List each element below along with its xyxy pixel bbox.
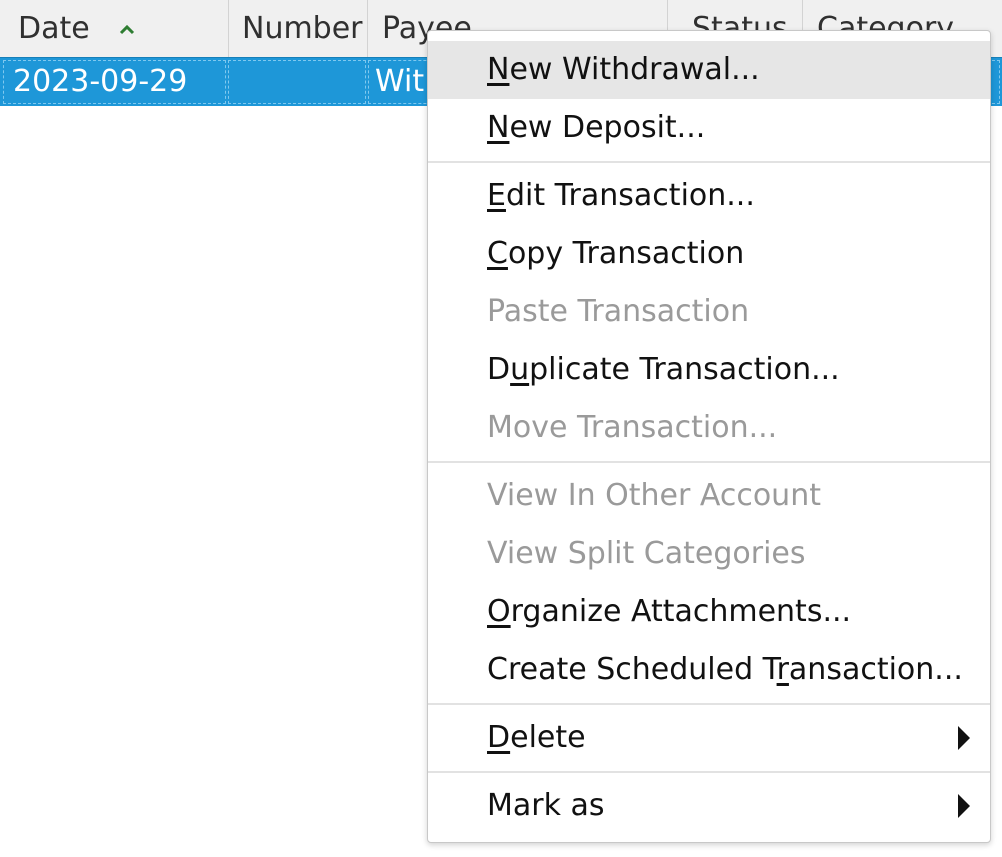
menu-item-copy-transaction[interactable]: Copy Transaction <box>428 225 990 283</box>
context-menu: New Withdrawal... New Deposit... Edit Tr… <box>427 30 991 843</box>
menu-label-part: Create Scheduled T <box>487 652 777 687</box>
menu-item-move-transaction: Move Transaction... <box>487 410 778 445</box>
menu-item-new-withdrawal[interactable]: New Withdrawal... <box>428 41 990 99</box>
mnemonic-key: u <box>510 352 530 387</box>
menu-item-duplicate-transaction[interactable]: Duplicate Transaction... <box>428 341 990 399</box>
menu-label-part: dit Transaction... <box>505 178 755 213</box>
menu-item-paste-transaction: Paste Transaction <box>487 294 750 329</box>
menu-item-delete[interactable]: Delete <box>428 709 990 767</box>
column-header-number-label: Number <box>242 11 363 46</box>
column-header-date[interactable]: Date <box>0 0 229 57</box>
cell-number[interactable] <box>228 60 366 104</box>
menu-separator <box>428 771 990 773</box>
menu-item-view-in-other-account: View In Other Account <box>487 478 821 513</box>
chevron-up-icon <box>119 0 135 54</box>
menu-label-part: plicate Transaction... <box>529 352 840 387</box>
menu-item-view-split-categories: View Split Categories <box>487 536 806 571</box>
menu-label-part: opy Transaction <box>507 236 745 271</box>
mnemonic-key: C <box>487 236 508 271</box>
menu-item-edit-transaction[interactable]: Edit Transaction... <box>428 167 990 225</box>
menu-label-part: Mark as <box>487 788 605 823</box>
column-header-date-label: Date <box>18 11 90 46</box>
menu-label-part: ew Deposit... <box>509 110 706 145</box>
mnemonic-key: N <box>487 52 510 87</box>
menu-label-part: ansaction... <box>788 652 963 687</box>
register-window: Date Number Payee Status Category 2023-0… <box>0 0 1002 857</box>
menu-item-organize-attachments[interactable]: Organize Attachments... <box>428 583 990 641</box>
cell-date[interactable]: 2023-09-29 <box>3 60 226 104</box>
column-header-number[interactable]: Number <box>229 0 368 57</box>
menu-item-mark-as[interactable]: Mark as <box>428 777 990 835</box>
mnemonic-key: N <box>487 110 510 145</box>
menu-item-new-deposit[interactable]: New Deposit... <box>428 99 990 157</box>
submenu-arrow-icon <box>958 794 970 818</box>
menu-label-part: rganize Attachments... <box>510 594 852 629</box>
menu-separator <box>428 703 990 705</box>
mnemonic-key: E <box>487 178 506 213</box>
menu-label-part: ew Withdrawal... <box>509 52 760 87</box>
mnemonic-key: D <box>487 720 511 755</box>
menu-item-create-scheduled-transaction[interactable]: Create Scheduled Transaction... <box>428 641 990 699</box>
mnemonic-key: O <box>487 594 511 629</box>
mnemonic-key: r <box>776 652 789 687</box>
menu-label-part: elete <box>510 720 586 755</box>
menu-separator <box>428 161 990 163</box>
menu-label-part: D <box>487 352 511 387</box>
submenu-arrow-icon <box>958 726 970 750</box>
menu-separator <box>428 461 990 463</box>
